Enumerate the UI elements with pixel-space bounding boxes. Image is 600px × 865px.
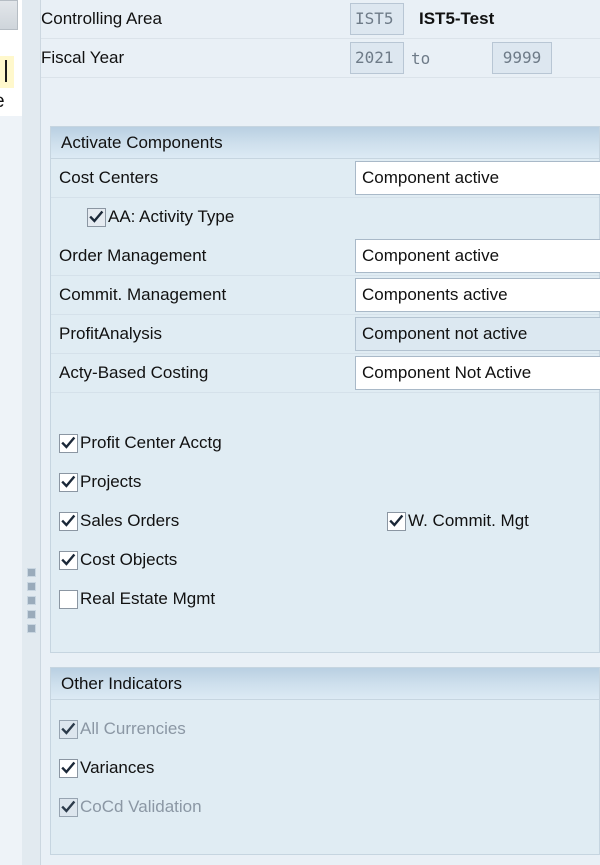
- profit-center-acctg-label: Profit Center Acctg: [80, 433, 222, 452]
- checkbox-box: [387, 511, 406, 531]
- text-caret: [5, 60, 7, 82]
- activate-components-body: Cost Centers Component active AA: Activi…: [51, 159, 600, 633]
- commitment-management-label: Commit. Management: [59, 285, 227, 304]
- activity-based-costing-label: Acty-Based Costing: [59, 363, 209, 382]
- checkbox-box: [87, 207, 106, 227]
- other-indicators-body: All Currencies Variances CoCd Validation: [51, 700, 599, 855]
- component-flags-checkbox-block: Profit Center Acctg Projects Sales Order…: [51, 393, 599, 633]
- adjacent-focused-input-fragment[interactable]: [0, 56, 14, 88]
- activity-type-row: AA: Activity Type: [51, 198, 599, 237]
- checkmark-icon: [89, 210, 104, 223]
- real-estate-mgmt-label: Real Estate Mgmt: [80, 589, 216, 608]
- profit-analysis-row: ProfitAnalysis Component not active: [51, 315, 600, 354]
- order-management-row: Order Management Component active: [51, 237, 600, 276]
- activate-components-group: Activate Components Cost Centers Compone…: [50, 126, 600, 653]
- cost-objects-label: Cost Objects: [80, 550, 178, 569]
- sales-orders-label: Sales Orders: [80, 511, 180, 530]
- profit-analysis-label: ProfitAnalysis: [59, 324, 162, 343]
- commitment-management-dropdown[interactable]: Components active: [355, 278, 600, 312]
- with-commitment-mgt-checkbox[interactable]: W. Commit. Mgt: [387, 511, 529, 531]
- grip-dot: [27, 624, 36, 633]
- fiscal-year-label: Fiscal Year: [41, 48, 125, 67]
- all-currencies-label: All Currencies: [80, 719, 186, 738]
- activity-based-costing-dropdown[interactable]: Component Not Active: [355, 356, 600, 390]
- controlling-area-input[interactable]: IST5: [350, 3, 404, 35]
- variances-label: Variances: [80, 758, 155, 777]
- checkmark-icon: [61, 800, 76, 813]
- checkmark-icon: [61, 514, 76, 527]
- splitter-grip-handle[interactable]: [27, 568, 36, 638]
- screenshot-root: e Controlling Area IST5 IST5-Test Fiscal…: [0, 0, 600, 865]
- order-management-dropdown[interactable]: Component active: [355, 239, 600, 273]
- sales-orders-checkbox[interactable]: Sales Orders: [59, 511, 179, 531]
- with-commitment-mgt-label: W. Commit. Mgt: [408, 511, 529, 530]
- adjacent-scrollbar-thumb[interactable]: [0, 0, 18, 30]
- checkmark-icon: [389, 514, 404, 527]
- controlling-area-description: IST5-Test: [419, 9, 495, 28]
- fiscal-year-range-separator: to: [411, 49, 431, 68]
- main-content-pane: Controlling Area IST5 IST5-Test Fiscal Y…: [41, 0, 600, 865]
- checkbox-box: [59, 758, 78, 778]
- all-currencies-checkbox: All Currencies: [59, 719, 186, 739]
- grip-dot: [27, 610, 36, 619]
- checkmark-icon: [61, 436, 76, 449]
- cost-centers-row: Cost Centers Component active: [51, 159, 600, 198]
- checkbox-box: [59, 589, 78, 609]
- checkmark-icon: [61, 553, 76, 566]
- fiscal-year-row: Fiscal Year 2021 to 9999: [41, 39, 600, 78]
- checkbox-box: [59, 550, 78, 570]
- commitment-management-row: Commit. Management Components active: [51, 276, 600, 315]
- checkmark-icon: [61, 722, 76, 735]
- checkmark-icon: [61, 475, 76, 488]
- adjacent-window-edge: e: [0, 0, 22, 865]
- controlling-area-row: Controlling Area IST5 IST5-Test: [41, 0, 600, 39]
- checkmark-icon: [61, 761, 76, 774]
- projects-label: Projects: [80, 472, 142, 491]
- controlling-area-label: Controlling Area: [41, 9, 162, 28]
- profit-center-acctg-checkbox[interactable]: Profit Center Acctg: [59, 433, 222, 453]
- cocd-validation-label: CoCd Validation: [80, 797, 202, 816]
- grip-dot: [27, 568, 36, 577]
- adjacent-text-fragment: e: [0, 88, 16, 116]
- vertical-splitter[interactable]: [22, 0, 41, 865]
- profit-analysis-dropdown: Component not active: [355, 317, 600, 351]
- grip-dot: [27, 596, 36, 605]
- projects-checkbox[interactable]: Projects: [59, 472, 141, 492]
- checkbox-box: [59, 472, 78, 492]
- checkbox-box: [59, 797, 78, 817]
- header-form: Controlling Area IST5 IST5-Test Fiscal Y…: [41, 0, 600, 78]
- variances-checkbox[interactable]: Variances: [59, 758, 154, 778]
- other-indicators-title: Other Indicators: [51, 668, 599, 700]
- activity-based-costing-row: Acty-Based Costing Component Not Active: [51, 354, 600, 393]
- aa-activity-type-checkbox[interactable]: AA: Activity Type: [87, 207, 234, 227]
- checkbox-box: [59, 433, 78, 453]
- cost-centers-dropdown[interactable]: Component active: [355, 161, 600, 195]
- checkbox-box: [59, 511, 78, 531]
- order-management-label: Order Management: [59, 246, 207, 265]
- cost-centers-label: Cost Centers: [59, 168, 159, 187]
- fiscal-year-from-input[interactable]: 2021: [350, 42, 404, 74]
- checkbox-box: [59, 719, 78, 739]
- fiscal-year-to-input[interactable]: 9999: [492, 42, 552, 74]
- activate-components-title: Activate Components: [51, 127, 599, 159]
- real-estate-mgmt-checkbox[interactable]: Real Estate Mgmt: [59, 589, 215, 609]
- other-indicators-group: Other Indicators All Currencies Variance…: [50, 667, 600, 855]
- cocd-validation-checkbox: CoCd Validation: [59, 797, 202, 817]
- grip-dot: [27, 582, 36, 591]
- aa-activity-type-label: AA: Activity Type: [108, 207, 235, 226]
- adjacent-window-filler: [0, 116, 22, 865]
- cost-objects-checkbox[interactable]: Cost Objects: [59, 550, 177, 570]
